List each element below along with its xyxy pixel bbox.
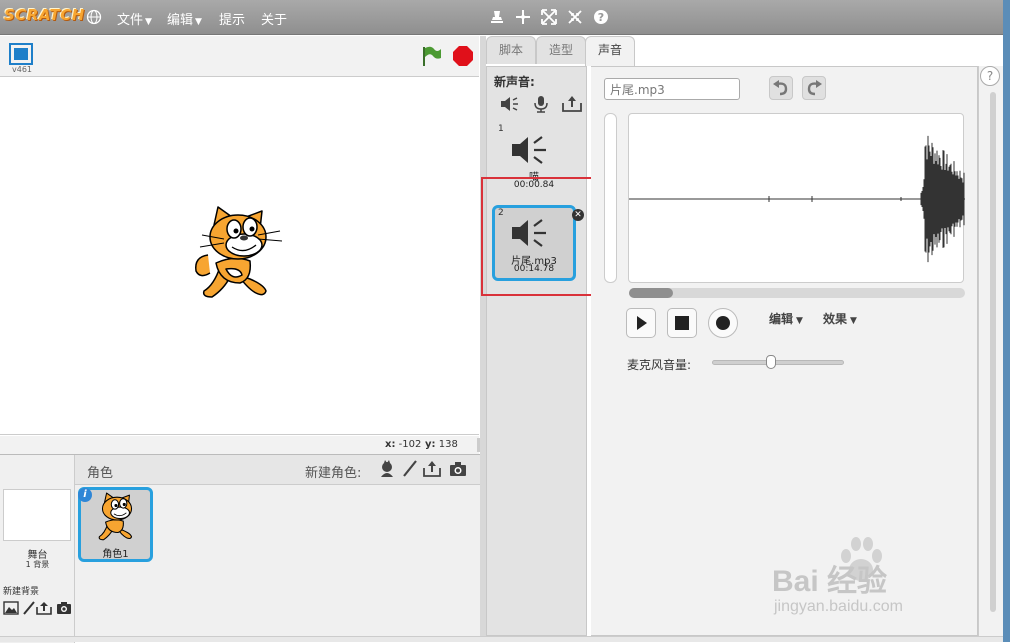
- about-menu[interactable]: 关于: [261, 9, 287, 28]
- backdrop-library-icon[interactable]: [3, 601, 19, 615]
- duplicate-icon[interactable]: [489, 9, 505, 25]
- help-scrollbar[interactable]: [990, 92, 996, 612]
- watermark-url: jingyan.baidu.com: [774, 598, 903, 615]
- stage-panel[interactable]: 舞台 1 背景 新建背景: [0, 455, 75, 643]
- paint-backdrop-icon[interactable]: [21, 601, 37, 615]
- new-sound-label: 新声音:: [494, 75, 535, 89]
- tab-sounds[interactable]: 声音: [585, 36, 636, 66]
- speaker-icon: [512, 136, 546, 164]
- camera-backdrop-icon[interactable]: [56, 601, 72, 615]
- help-icon[interactable]: ?: [593, 9, 609, 25]
- mic-volume-label: 麦克风音量:: [627, 358, 692, 372]
- tab-costumes[interactable]: 造型: [536, 36, 587, 64]
- sprite-name: 角色1: [102, 549, 129, 560]
- globe-icon[interactable]: [86, 9, 102, 25]
- sprite-pane: 舞台 1 背景 新建背景 角色 新建角色: 角色1 i: [0, 454, 480, 643]
- mic-volume-slider[interactable]: [712, 360, 844, 365]
- waveform-graphic: [629, 135, 965, 263]
- file-menu[interactable]: 文件 ▼: [117, 9, 152, 28]
- sound-library-icon[interactable]: [500, 95, 520, 113]
- redo-button[interactable]: [802, 76, 826, 100]
- window-edge: [1003, 0, 1010, 642]
- watermark-brand: Bai 经验: [772, 565, 888, 598]
- record-sound-icon[interactable]: [531, 95, 551, 113]
- x-value: -102: [398, 439, 422, 450]
- green-flag-icon[interactable]: [420, 45, 442, 67]
- cat-sprite-image[interactable]: [190, 205, 286, 309]
- stage-thumbnail[interactable]: [3, 489, 71, 541]
- record-button[interactable]: [708, 308, 738, 338]
- scratch-logo[interactable]: SCRATCH: [4, 6, 85, 24]
- upload-sound-icon[interactable]: [562, 95, 582, 113]
- edit-dropdown[interactable]: 编辑 ▼: [769, 310, 803, 327]
- grow-icon[interactable]: [541, 9, 557, 25]
- waveform-burst: [920, 135, 965, 263]
- version-label: v461: [12, 65, 33, 74]
- y-value: 138: [438, 439, 458, 450]
- menubar: SCRATCH 文件 ▼ 编辑 ▼ 提示 关于 ?: [0, 0, 1003, 35]
- new-backdrop-label: 新建背景: [3, 587, 40, 597]
- tips-menu[interactable]: 提示: [219, 9, 245, 28]
- tab-bar: 脚本 造型 声音: [486, 36, 1003, 66]
- waveform-scrollbar[interactable]: [629, 288, 965, 298]
- camera-sprite-icon[interactable]: [449, 460, 467, 478]
- y-label: y:: [425, 439, 436, 450]
- edit-menu[interactable]: 编辑 ▼: [167, 9, 202, 28]
- upload-sprite-icon[interactable]: [423, 460, 441, 478]
- undo-button[interactable]: [769, 76, 793, 100]
- cat-sprite-thumbnail-image: [98, 492, 133, 541]
- stop-icon[interactable]: [452, 45, 474, 67]
- upload-backdrop-icon[interactable]: [36, 601, 52, 615]
- help-button[interactable]: ?: [980, 66, 1000, 86]
- info-icon[interactable]: i: [78, 488, 92, 502]
- new-sprite-label: 新建角色:: [305, 466, 362, 481]
- svg-text:?: ?: [598, 11, 604, 24]
- tab-scripts[interactable]: 脚本: [486, 36, 537, 64]
- sound-number: 1: [498, 124, 504, 134]
- fullscreen-icon[interactable]: [9, 43, 33, 65]
- stage-canvas[interactable]: [0, 76, 479, 435]
- record-icon: [716, 316, 730, 330]
- sound-list: 新声音: 1 喵 00:00.84 2 片尾.mp3 00:14.78: [486, 66, 587, 636]
- play-button[interactable]: [626, 308, 656, 338]
- play-icon: [637, 316, 647, 330]
- cut-icon[interactable]: [515, 9, 531, 25]
- shrink-icon[interactable]: [567, 9, 583, 25]
- backdrop-count: 1 背景: [25, 560, 50, 569]
- sprite-header: 角色 新建角色:: [75, 455, 480, 485]
- waveform-display[interactable]: [628, 113, 965, 283]
- sprite-library-icon[interactable]: [378, 460, 396, 478]
- mouse-coordinates: x: -102 y: 138: [0, 436, 479, 454]
- undo-icon: [773, 80, 788, 96]
- bottom-bar: [0, 636, 1003, 642]
- volume-meter: [604, 113, 617, 283]
- paint-sprite-icon[interactable]: [401, 460, 419, 478]
- scrollbar-thumb[interactable]: [629, 288, 673, 298]
- stop-square-icon: [675, 316, 689, 330]
- redo-icon: [807, 80, 822, 96]
- sprites-title: 角色: [87, 466, 114, 481]
- mic-volume-knob[interactable]: [766, 355, 777, 369]
- effects-dropdown[interactable]: 效果 ▼: [823, 310, 857, 327]
- stage-header: v461: [0, 36, 479, 76]
- stop-button[interactable]: [667, 308, 697, 338]
- sound-name-input[interactable]: [604, 78, 740, 100]
- x-label: x:: [385, 439, 396, 450]
